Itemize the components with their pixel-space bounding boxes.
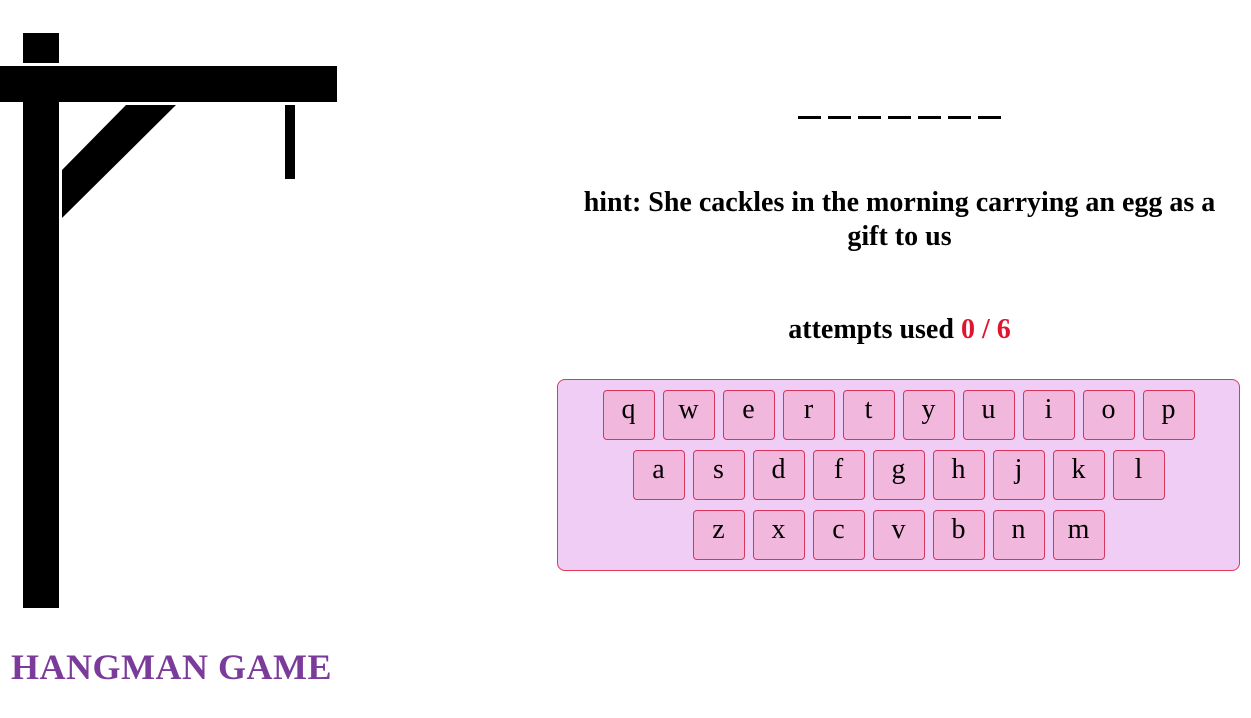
key-l[interactable]: l bbox=[1112, 450, 1165, 500]
key-y[interactable]: y bbox=[902, 390, 955, 440]
attempts-counter: attempts used 0 / 6 bbox=[557, 314, 1242, 346]
key-f[interactable]: f bbox=[812, 450, 865, 500]
keyboard-row-1: q w e r t y u i o p bbox=[558, 390, 1239, 440]
key-m[interactable]: m bbox=[1052, 510, 1105, 560]
attempts-used: 0 bbox=[960, 314, 975, 345]
attempts-max: 6 bbox=[996, 314, 1011, 345]
letter-slot bbox=[828, 84, 851, 119]
key-i[interactable]: i bbox=[1022, 390, 1075, 440]
keyboard-row-2: a s d f g h j k l bbox=[558, 450, 1239, 500]
letter-slot bbox=[918, 84, 941, 119]
key-p[interactable]: p bbox=[1142, 390, 1195, 440]
word-display bbox=[557, 84, 1242, 119]
key-a[interactable]: a bbox=[632, 450, 685, 500]
key-s[interactable]: s bbox=[692, 450, 745, 500]
letter-slot bbox=[948, 84, 971, 119]
key-n[interactable]: n bbox=[992, 510, 1045, 560]
attempts-label: attempts used bbox=[788, 314, 954, 345]
gallows-brace bbox=[62, 105, 176, 218]
key-t[interactable]: t bbox=[842, 390, 895, 440]
key-x[interactable]: x bbox=[752, 510, 805, 560]
key-q[interactable]: q bbox=[602, 390, 655, 440]
key-h[interactable]: h bbox=[932, 450, 985, 500]
key-w[interactable]: w bbox=[662, 390, 715, 440]
letter-slot bbox=[858, 84, 881, 119]
key-o[interactable]: o bbox=[1082, 390, 1135, 440]
game-title: HANGMAN GAME bbox=[11, 647, 332, 687]
key-z[interactable]: z bbox=[692, 510, 745, 560]
key-b[interactable]: b bbox=[932, 510, 985, 560]
letter-slot bbox=[798, 84, 821, 119]
key-g[interactable]: g bbox=[872, 450, 925, 500]
gallows bbox=[0, 0, 340, 610]
key-e[interactable]: e bbox=[722, 390, 775, 440]
key-k[interactable]: k bbox=[1052, 450, 1105, 500]
gallows-beam bbox=[0, 66, 337, 102]
hint-text: She cackles in the morning carrying an e… bbox=[648, 187, 1216, 252]
key-r[interactable]: r bbox=[782, 390, 835, 440]
keyboard-row-3: z x c v b n m bbox=[558, 510, 1239, 560]
gallows-pole bbox=[23, 102, 59, 608]
key-u[interactable]: u bbox=[962, 390, 1015, 440]
hint: hint: She cackles in the morning carryin… bbox=[567, 186, 1232, 254]
letter-slot bbox=[978, 84, 1001, 119]
attempts-count: 0 / 6 bbox=[961, 314, 1011, 345]
letter-keyboard: q w e r t y u i o p a s d f g h j k l z … bbox=[557, 379, 1240, 571]
attempts-separator: / bbox=[981, 314, 990, 345]
key-c[interactable]: c bbox=[812, 510, 865, 560]
gallows-top-stub bbox=[23, 33, 59, 63]
letter-slot bbox=[888, 84, 911, 119]
hint-label: hint: bbox=[583, 187, 642, 218]
key-d[interactable]: d bbox=[752, 450, 805, 500]
key-v[interactable]: v bbox=[872, 510, 925, 560]
gallows-rope bbox=[285, 105, 295, 179]
key-j[interactable]: j bbox=[992, 450, 1045, 500]
